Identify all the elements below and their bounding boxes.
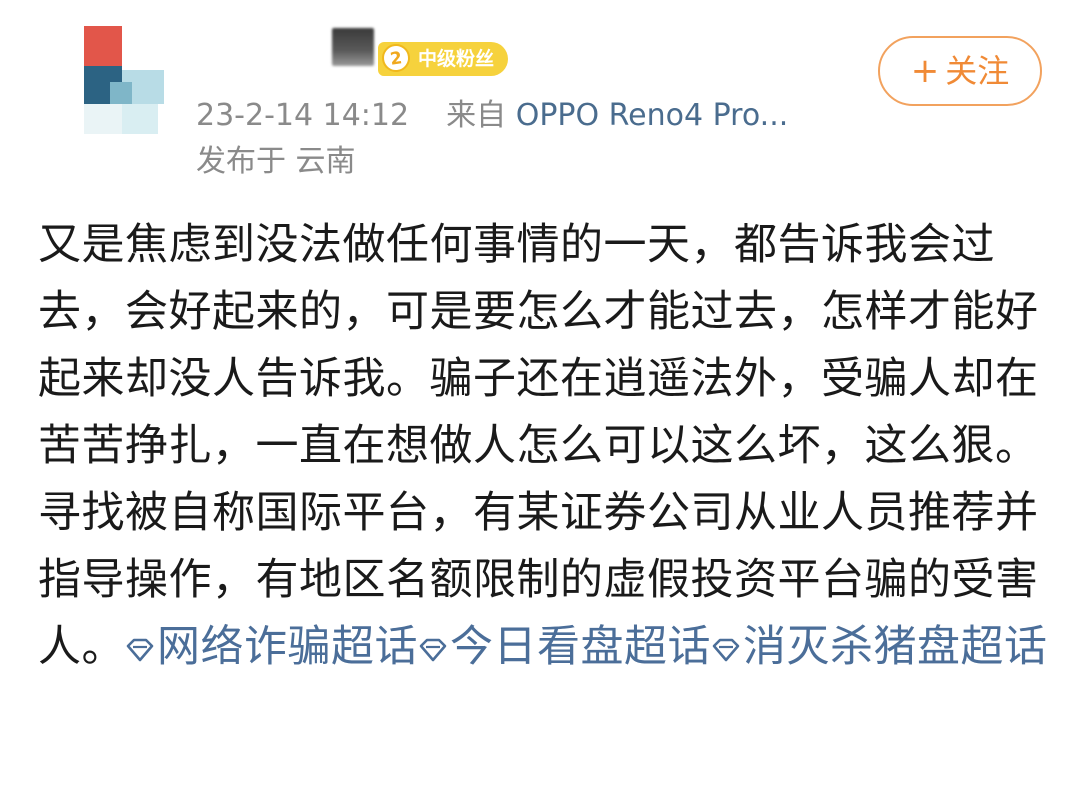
- post-meta: 23-2-14 14:12 来自 OPPO Reno4 Pro...: [196, 96, 788, 136]
- topic-label: 网络诈骗超话: [157, 622, 418, 672]
- source-device-link[interactable]: OPPO Reno4 Pro...: [516, 98, 789, 133]
- follow-button[interactable]: + 关注: [878, 36, 1042, 106]
- post-timestamp: 23-2-14 14:12: [196, 98, 410, 133]
- topic-link-fraud[interactable]: 网络诈骗超话: [125, 622, 418, 672]
- username-redacted[interactable]: [332, 28, 374, 66]
- post-paragraph-with-topics: 寻找被自称国际平台，有某证券公司从业人员推荐并指导操作，有地区名额限制的虚假投资…: [38, 480, 1048, 681]
- post-location: 发布于 云南: [196, 144, 356, 179]
- fan-level-badge: 2 中级粉丝: [378, 42, 509, 76]
- diamond-topic-icon: [126, 638, 154, 661]
- avatar-pixel: [110, 82, 132, 104]
- topic-link-market[interactable]: 今日看盘超话: [418, 622, 711, 672]
- fan-level-label: 中级粉丝: [418, 48, 495, 70]
- follow-label: 关注: [945, 52, 1010, 90]
- source-prefix: 来自: [446, 98, 507, 133]
- post-content: 又是焦虑到没法做任何事情的一天，都告诉我会过去，会好起来的，可是要怎么才能过去，…: [38, 212, 1048, 681]
- avatar-pixel: [84, 104, 122, 134]
- topic-label: 今日看盘超话: [450, 622, 711, 672]
- topic-label: 消灭杀猪盘超话: [743, 622, 1048, 672]
- avatar-pixel: [84, 26, 122, 66]
- diamond-topic-icon: [712, 638, 740, 661]
- avatar-pixel: [122, 104, 158, 134]
- plus-icon: +: [910, 51, 940, 91]
- post-paragraph: 又是焦虑到没法做任何事情的一天，都告诉我会过去，会好起来的，可是要怎么才能过去，…: [38, 220, 1039, 471]
- avatar[interactable]: [80, 26, 170, 142]
- diamond-topic-icon: [419, 638, 447, 661]
- topic-link-pig-butchering[interactable]: 消灭杀猪盘超话: [711, 622, 1048, 672]
- fan-level-number: 2: [380, 42, 412, 74]
